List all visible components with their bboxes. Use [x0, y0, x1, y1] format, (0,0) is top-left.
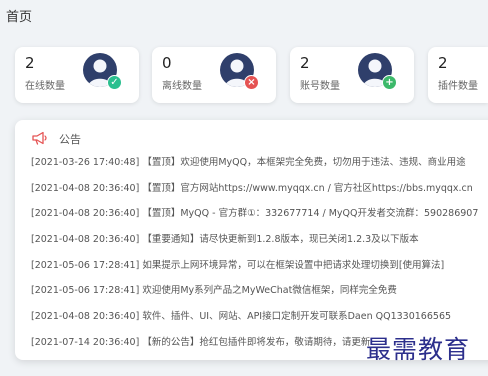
notice-list: [2021-03-26 17:40:48] 【置顶】欢迎使用MyQQ，本框架完全…	[31, 150, 478, 356]
close-icon: ×	[244, 75, 259, 90]
notice-item: [2021-04-08 20:36:40] 软件、插件、UI、网站、API接口定…	[31, 311, 452, 323]
stat-card-offline[interactable]: 0 离线数量 ×	[152, 47, 276, 103]
notice-item: [2021-05-06 17:28:41] 欢迎使用My系列产品之MyWeCha…	[31, 285, 397, 297]
online-label: 在线数量	[25, 81, 65, 92]
plus-icon: +	[382, 75, 397, 90]
plugin-count: 2	[438, 54, 448, 72]
stat-card-plugins[interactable]: 2 插件数量	[428, 47, 488, 103]
notice-panel: 公告 [2021-03-26 17:40:48] 【置顶】欢迎使用MyQQ，本框…	[15, 120, 488, 360]
notice-item: [2021-04-08 20:36:40] 【重要通知】请尽快更新到1.2.8版…	[31, 234, 419, 246]
plugin-label: 插件数量	[438, 81, 478, 92]
stat-card-accounts[interactable]: 2 账号数量 +	[290, 47, 414, 103]
page-title: 首页	[6, 10, 33, 25]
account-label: 账号数量	[300, 81, 340, 92]
notice-item: [2021-03-26 17:40:48] 【置顶】欢迎使用MyQQ，本框架完全…	[31, 157, 466, 168]
notice-item: [2021-04-08 20:36:40] 【置顶】MyQQ - 官方群①：33…	[31, 208, 479, 220]
offline-count: 0	[162, 54, 172, 72]
account-count: 2	[300, 54, 310, 72]
stat-card-online[interactable]: 2 在线数量 ✓	[15, 47, 139, 103]
notice-item: [2021-05-06 17:28:41] 如果提示上网环境异常，可以在框架设置…	[31, 259, 445, 271]
offline-label: 离线数量	[162, 81, 202, 92]
check-icon: ✓	[107, 75, 122, 90]
online-count: 2	[25, 54, 35, 72]
megaphone-icon	[31, 130, 49, 149]
notice-item: [2021-04-08 20:36:40] 【置顶】官方网站https://ww…	[31, 182, 473, 194]
notice-title: 公告	[59, 133, 81, 146]
watermark-logo: 最需教育	[366, 335, 471, 364]
